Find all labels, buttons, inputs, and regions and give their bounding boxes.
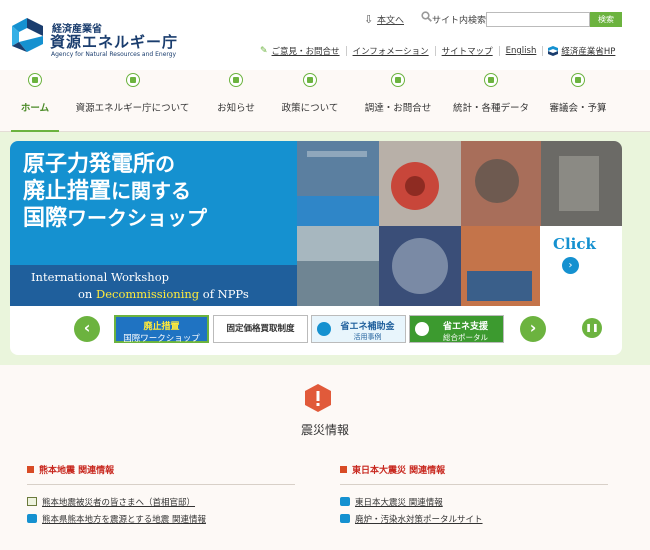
thumb-label: 固定価格買取制度 (226, 324, 295, 334)
kumamoto-link-2[interactable]: 熊本県熊本地方を震源とする地震 関連情報 (27, 513, 206, 525)
kumamoto-heading: 熊本地震 関連情報 (27, 463, 114, 476)
link-text: 熊本地震被災者の皆さまへ（首相官邸） (42, 498, 196, 508)
thumb-label: 国際ワークショップ (123, 334, 200, 344)
util-link-meti[interactable]: 経済産業省HP (561, 45, 615, 57)
divider (542, 46, 544, 56)
pencil-icon: ✎ (260, 46, 268, 56)
skip-to-content-link[interactable]: 本文へ (377, 13, 404, 26)
nav-label: ホーム (20, 103, 50, 114)
banner-title-en-line2: on Decommissioning of NPPs (78, 287, 249, 301)
nav-item-policy[interactable]: 政策について (276, 70, 344, 132)
nav-item-home[interactable]: ホーム (11, 70, 59, 133)
global-nav: ホーム 資源エネルギー庁について お知らせ 政策について 調達・お問合せ 統計・… (0, 70, 650, 133)
nav-label: 資源エネルギー庁について (75, 103, 190, 114)
pen-icon (571, 73, 585, 87)
banner-title-panel: 原子力発電所の 廃止措置に関する 国際ワークショップ International… (10, 141, 297, 306)
org-name-english: Agency for Natural Resources and Energy (51, 51, 177, 58)
org-name-main[interactable]: 資源エネルギー庁 (50, 31, 178, 52)
lightbulb-icon (317, 322, 331, 336)
util-link-feedback[interactable]: ご意見・お問合せ (272, 45, 340, 57)
divider (498, 46, 500, 56)
megaphone-icon (229, 73, 243, 87)
nav-label: お知らせ (217, 103, 255, 114)
slider-thumb-feed-in-tariff[interactable]: 固定価格買取制度 (213, 315, 308, 343)
nav-label: 審議会・予算 (549, 103, 607, 114)
meti-logo-icon (340, 497, 350, 506)
search-label: サイト内検索 (432, 16, 487, 26)
arrow-down-icon: ⇩ (364, 13, 374, 26)
nav-label: 調達・お問合せ (364, 103, 432, 114)
search-button[interactable]: 検索 (590, 12, 622, 27)
chevron-right-icon[interactable]: › (562, 257, 579, 274)
meti-logo-icon (27, 514, 37, 523)
mail-icon (391, 73, 405, 87)
slider-thumb-energy-subsidy[interactable]: 省エネ補助金 活用事例 (311, 315, 406, 343)
utility-links: ✎ ご意見・お問合せ インフォメーション サイトマップ English 経済産業… (260, 45, 618, 57)
east-japan-link-1[interactable]: 東日本大震災 関連情報 (340, 496, 443, 508)
disaster-section-title: 震災情報 (300, 423, 349, 437)
slider-thumb-energy-portal[interactable]: 省エネ支援 総合ポータル (409, 315, 504, 343)
bar-chart-icon (484, 73, 498, 87)
banner-title-part: に関する (111, 179, 192, 203)
agency-logo-icon[interactable] (10, 18, 45, 52)
nav-item-about[interactable]: 資源エネルギー庁について (72, 70, 193, 132)
banner-title-part: の (155, 152, 176, 176)
nav-label: 統計・各種データ (452, 103, 529, 114)
nav-item-statistics[interactable]: 統計・各種データ (451, 70, 531, 132)
nav-item-procurement[interactable]: 調達・お問合せ (362, 70, 434, 132)
home-icon (28, 73, 42, 87)
util-link-information[interactable]: インフォメーション (353, 45, 429, 57)
header: 経済産業省 資源エネルギー庁 Agency for Natural Resour… (0, 0, 650, 70)
banner-title-jp: 原子力発電所の 廃止措置に関する 国際ワークショップ (23, 151, 207, 232)
building-icon (125, 73, 140, 87)
slider-thumb-decommissioning[interactable]: 廃止措置 国際ワークショップ (114, 315, 209, 344)
slider-next-button[interactable]: › (520, 316, 546, 342)
government-icon (27, 497, 37, 506)
kumamoto-link-1[interactable]: 熊本地震被災者の皆さまへ（首相官邸） (27, 496, 195, 508)
banner-title-part: ワークショップ (67, 206, 208, 230)
document-icon (303, 73, 317, 87)
meti-logo-icon (548, 46, 559, 56)
util-link-english[interactable]: English (506, 46, 537, 56)
banner-title-part: 国際 (23, 206, 68, 231)
banner-en-part: of NPPs (199, 287, 249, 301)
search-icon (421, 11, 432, 22)
east-japan-heading: 東日本大震災 関連情報 (340, 463, 445, 476)
banner-en-part: on (78, 287, 96, 301)
nav-item-council[interactable]: 審議会・予算 (546, 70, 610, 132)
divider (345, 46, 347, 56)
link-text: 廃炉・汚染水対策ポータルサイト (355, 515, 483, 525)
util-link-sitemap[interactable]: サイトマップ (442, 45, 493, 57)
thumb-label: 廃止措置 (143, 322, 180, 332)
alert-icon (305, 384, 331, 412)
link-text: 東日本大震災 関連情報 (355, 498, 443, 508)
meti-logo-icon (340, 514, 350, 523)
east-japan-link-2[interactable]: 廃炉・汚染水対策ポータルサイト (340, 513, 483, 525)
banner-click-label[interactable]: Click (553, 235, 596, 253)
divider (27, 484, 295, 485)
slider-prev-button[interactable]: ‹ (74, 316, 100, 342)
nav-label: 政策について (281, 103, 339, 114)
banner-title-part: 廃止措置 (23, 179, 112, 204)
slider-pause-button[interactable]: ❚❚ (582, 318, 602, 338)
search-input[interactable] (486, 12, 590, 27)
eco-icon (415, 322, 429, 336)
divider (434, 46, 436, 56)
banner-title-part: 原子力発電所 (23, 152, 156, 177)
banner-en-part: Decommissioning (96, 287, 200, 301)
divider (340, 484, 608, 485)
banner-title-en-line1: International Workshop (31, 270, 169, 284)
nav-item-news[interactable]: お知らせ (208, 70, 264, 132)
link-text: 熊本県熊本地方を震源とする地震 関連情報 (42, 515, 206, 525)
